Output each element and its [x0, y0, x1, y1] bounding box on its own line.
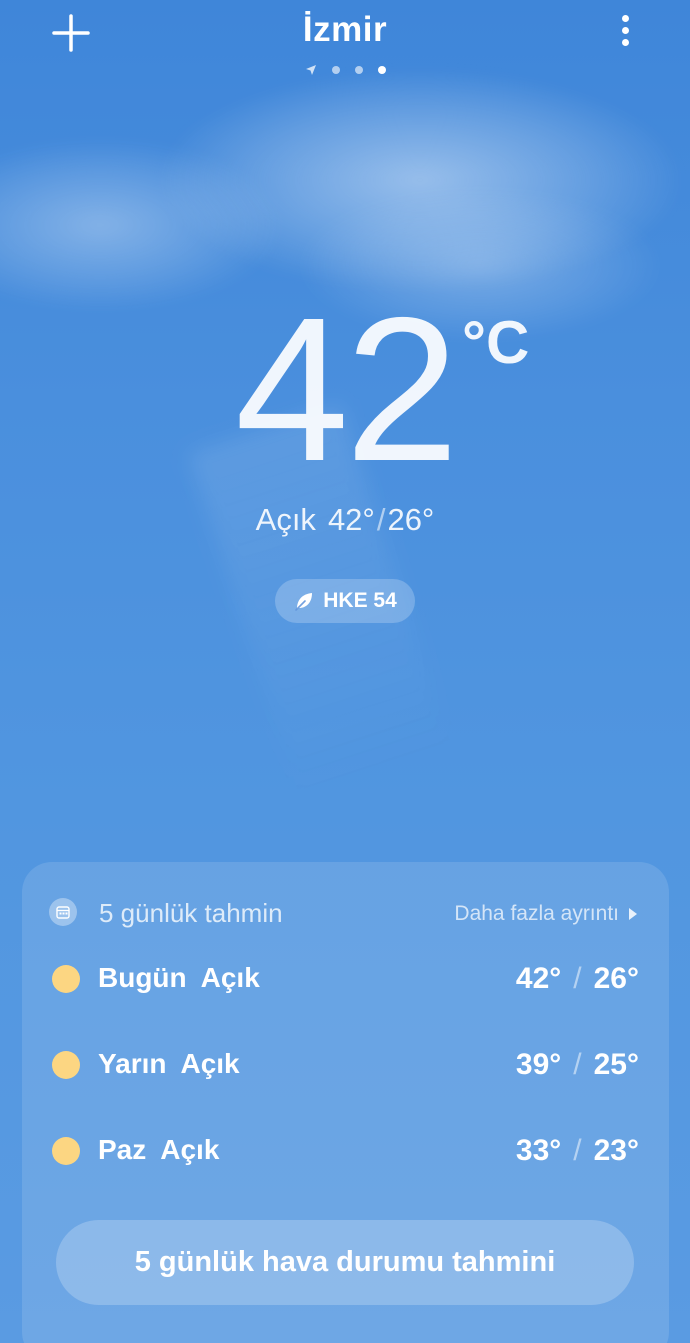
- day-high: 33°: [515, 1134, 562, 1167]
- more-details-label: Daha fazla ayrıntı: [454, 902, 619, 925]
- calendar-icon: [49, 898, 77, 926]
- more-options-button[interactable]: [610, 12, 640, 52]
- low-temp: 26°: [387, 502, 435, 537]
- sun-icon: [52, 1051, 80, 1079]
- temp-separator: /: [376, 502, 386, 537]
- day-high: 39°: [515, 1048, 562, 1081]
- chevron-right-icon: [629, 908, 637, 920]
- temperature-value: 42: [234, 275, 459, 504]
- forecast-title: 5 günlük tahmin: [99, 898, 283, 928]
- sun-icon: [52, 965, 80, 993]
- top-bar: İzmir: [0, 0, 690, 90]
- location-arrow-icon: [305, 65, 316, 75]
- five-day-forecast-button[interactable]: 5 günlük hava durumu tahmini: [56, 1220, 634, 1305]
- city-name: İzmir: [302, 10, 388, 49]
- forecast-row[interactable]: Bugün Açık 42°/26°: [22, 949, 669, 1009]
- day-condition: Açık: [160, 1134, 220, 1165]
- condition-text: Açık: [255, 502, 316, 537]
- sun-icon: [52, 1137, 80, 1165]
- temperature-unit: °C: [462, 309, 530, 376]
- day-condition: Açık: [200, 962, 260, 993]
- more-vertical-icon: [621, 15, 629, 22]
- page-dot: [354, 66, 363, 74]
- forecast-header: 5 günlük tahmin Daha fazla ayrıntı: [22, 862, 669, 962]
- leaf-icon: [295, 593, 313, 611]
- day-low: 25°: [593, 1048, 639, 1081]
- high-temp: 42°: [327, 502, 375, 537]
- more-details-link[interactable]: Daha fazla ayrıntı: [454, 902, 637, 926]
- day-condition: Açık: [180, 1048, 240, 1079]
- day-low: 26°: [593, 962, 639, 995]
- day-name: Paz: [98, 1134, 147, 1165]
- air-quality-badge[interactable]: HKE 54: [275, 579, 415, 623]
- page-dot-active: [377, 66, 386, 74]
- day-low: 23°: [593, 1134, 639, 1167]
- current-condition: Açık 42°/26°: [0, 502, 690, 538]
- forecast-row[interactable]: Yarın Açık 39°/25°: [22, 1035, 669, 1095]
- day-name: Bugün: [98, 962, 187, 993]
- current-temperature: 42 °C: [0, 275, 690, 504]
- forecast-row[interactable]: Paz Açık 33°/23°: [22, 1121, 669, 1181]
- page-indicator: [0, 64, 690, 76]
- day-high: 42°: [515, 962, 562, 995]
- day-name: Yarın: [98, 1048, 167, 1079]
- page-dot: [331, 66, 340, 74]
- aqi-label: HKE 54: [323, 589, 397, 612]
